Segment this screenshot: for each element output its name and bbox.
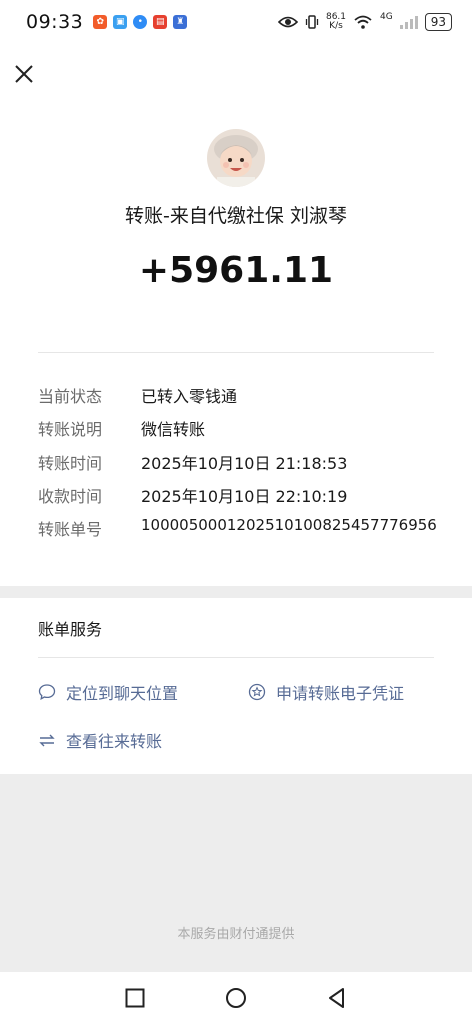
battery-indicator: 93 [424, 13, 452, 31]
transfer-arrows-icon [39, 734, 55, 747]
network-speed: 86.1 K/s [326, 13, 346, 31]
detail-value: 2025年10月10日 21:18:53 [141, 454, 348, 473]
locate-chat-link[interactable]: 定位到聊天位置 [38, 680, 178, 704]
status-bar: 09:33 ✿ ▣ • ▤ ♜ 86.1 K/s 4G 93 [0, 0, 472, 44]
system-navigation-bar [0, 972, 472, 1024]
bill-services-card: 账单服务 定位到聊天位置 申请转账电子凭证 查看往来转账 [0, 598, 472, 774]
signal-icon [399, 16, 418, 29]
detail-label: 转账单号 [38, 520, 103, 539]
network-type: 4G [380, 12, 393, 22]
home-icon[interactable] [224, 986, 248, 1010]
vibrate-icon [305, 15, 319, 29]
apply-voucher-link[interactable]: 申请转账电子凭证 [248, 680, 404, 704]
avatar[interactable] [207, 129, 265, 187]
app-notification-icon: ▣ [113, 15, 128, 29]
detail-value: 1000050001202510100825457776956 [141, 516, 437, 534]
net-speed-unit: K/s [329, 21, 343, 31]
bill-services-title: 账单服务 [38, 620, 103, 639]
app-notification-icon: ♜ [173, 15, 188, 29]
chat-notification-icon: • [133, 15, 148, 29]
status-indicators: 86.1 K/s 4G 93 [277, 12, 452, 31]
view-history-label: 查看往来转账 [66, 732, 163, 751]
locate-chat-label: 定位到聊天位置 [66, 684, 179, 703]
detail-label: 收款时间 [38, 487, 103, 506]
detail-label: 转账时间 [38, 454, 103, 473]
divider [38, 657, 434, 658]
transfer-amount: +5961.11 [138, 250, 334, 291]
voucher-badge-icon [248, 683, 266, 701]
close-icon[interactable] [12, 62, 36, 86]
transfer-detail-card: 转账-来自代缴社保 刘淑琴 +5961.11 当前状态 已转入零钱通 转账说明 … [0, 44, 472, 586]
detail-label: 当前状态 [38, 387, 103, 406]
transfer-title: 转账-来自代缴社保 刘淑琴 [125, 205, 347, 227]
notification-icons: ✿ ▣ • ▤ ♜ [93, 15, 188, 29]
chat-bubble-icon [38, 684, 56, 701]
recent-apps-icon[interactable] [123, 986, 147, 1010]
detail-value: 2025年10月10日 22:10:19 [141, 487, 348, 506]
app-notification-icon: ✿ [93, 15, 108, 29]
detail-value: 微信转账 [141, 420, 206, 439]
apply-voucher-label: 申请转账电子凭证 [276, 684, 405, 703]
divider [38, 352, 434, 353]
status-time: 09:33 [26, 11, 84, 33]
detail-label: 转账说明 [38, 420, 103, 439]
app-notification-icon: ▤ [153, 15, 168, 29]
provider-note: 本服务由财付通提供 [177, 927, 295, 942]
view-history-link[interactable]: 查看往来转账 [38, 728, 162, 752]
back-icon[interactable] [325, 986, 349, 1010]
wifi-icon [354, 15, 372, 29]
eye-icon [277, 16, 298, 28]
detail-value: 已转入零钱通 [141, 387, 238, 406]
